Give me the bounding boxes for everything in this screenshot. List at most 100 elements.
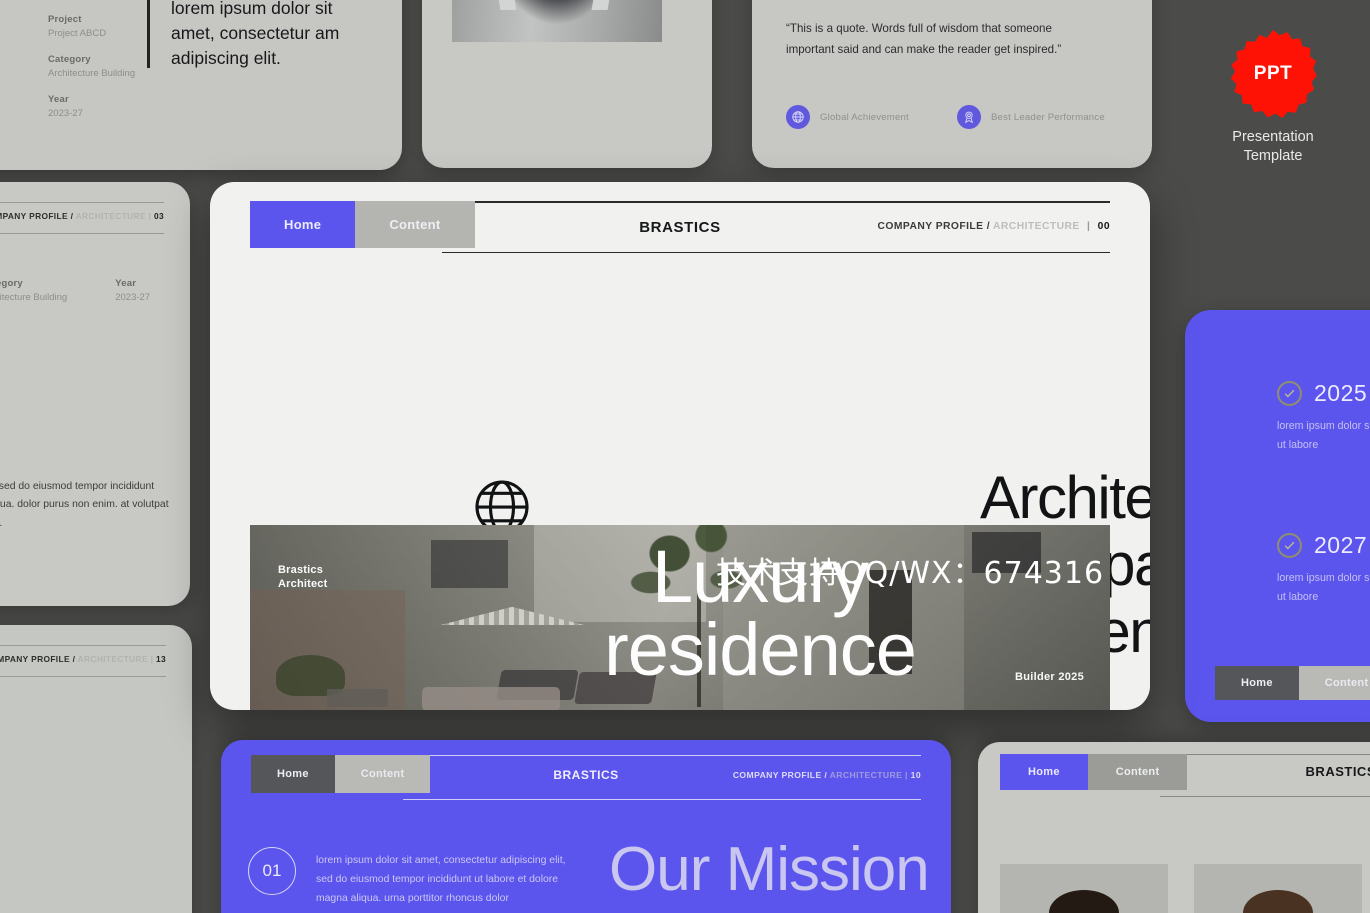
breadcrumb-separator: | (148, 211, 152, 221)
topbar-rule-top (442, 201, 1110, 203)
meta-label-year: Year (48, 93, 69, 105)
breadcrumb-13: COMPANY PROFILE / ARCHITECTURE | 13 (0, 654, 166, 664)
badge-global-achievement: Global Achievement (786, 105, 909, 129)
globe-icon (786, 105, 810, 129)
timeline-year: 2027 (1314, 532, 1368, 558)
slide-card-team[interactable]: Home Content BRASTICS (978, 742, 1370, 913)
team-photo-grid (1000, 864, 1370, 913)
timeline-head: 2025 (1277, 380, 1370, 407)
team-tabbar: Home Content (1000, 754, 1188, 790)
slide-03-columns: Project Project ABCD Category Architectu… (0, 278, 150, 305)
breadcrumb-primary: COMPANY PROFILE / (0, 211, 74, 221)
topbar-rule-bottom (0, 233, 164, 234)
badge-best-leader: Best Leader Performance (956, 105, 1105, 129)
quote-text: “This is a quote. Words full of wisdom t… (786, 22, 1062, 57)
col-value-year: 2023-27 (115, 292, 151, 303)
tab-content[interactable]: Content (1298, 666, 1370, 700)
hero-headline-line2: residence (604, 607, 917, 691)
badge-label-global: Global Achievement (820, 111, 909, 123)
team-avatar (1000, 864, 1168, 913)
hero-brand-line2: Architect (278, 578, 328, 591)
step-number-badge: 01 (248, 847, 296, 895)
main-slide-card[interactable]: Home Content BRASTICS COMPANY PROFILE / … (210, 182, 1150, 710)
slide-card-timeline[interactable]: 2025 lorem ipsum dolor s adipiscing elit… (1185, 310, 1370, 722)
meta-label-project: Project (48, 14, 82, 25)
hero-brand-tag: Brastics Architect (278, 563, 327, 591)
main-topbar: Home Content BRASTICS COMPANY PROFILE / … (250, 198, 1110, 254)
col-label-category: Category (0, 278, 23, 289)
topbar-rule-top (0, 645, 166, 646)
timeline-item-2025: 2025 lorem ipsum dolor s adipiscing elit… (1277, 380, 1370, 455)
meta-value-category: Architecture Building (48, 67, 136, 79)
mission-paragraph: lorem ipsum dolor sit amet, consectetur … (316, 855, 566, 904)
slide-card-experience[interactable]: Project Project ABCD Category Architectu… (0, 0, 402, 170)
tab-home[interactable]: Home (1215, 666, 1299, 700)
page-number: 03 (153, 211, 164, 221)
slide-13-topbar: COMPANY PROFILE / ARCHITECTURE | 13 (0, 645, 166, 677)
breadcrumb-mission: COMPANY PROFILE / ARCHITECTURE | 10 (733, 770, 921, 780)
timeline-text: lorem ipsum dolor s adipiscing elit, sed… (1277, 572, 1370, 603)
breadcrumb-secondary: ARCHITECTURE (75, 211, 146, 221)
topbar-rule-top (403, 755, 921, 756)
breadcrumb-separator: | (905, 770, 908, 780)
timeline-text: lorem ipsum dolor s adipiscing elit, sed… (1277, 420, 1370, 451)
ppt-caption: Presentation Template (1228, 128, 1318, 165)
slide-03-topbar: COMPANY PROFILE / ARCHITECTURE | 03 (0, 202, 164, 234)
topbar-rule-top (1160, 754, 1370, 755)
slide-card-03[interactable]: COMPANY PROFILE / ARCHITECTURE | 03 Proj… (0, 182, 190, 606)
badge-label-leader: Best Leader Performance (990, 111, 1105, 123)
breadcrumb-primary: COMPANY PROFILE / (877, 221, 991, 232)
topbar-rule-bottom (442, 251, 1110, 253)
timeline-tabbar: Home Content (1215, 666, 1370, 700)
topbar-rule-top (0, 202, 164, 203)
breadcrumb-separator: | (1086, 221, 1091, 232)
screenshot-canvas: Project Project ABCD Category Architectu… (0, 0, 1370, 913)
slide-card-13[interactable]: COMPANY PROFILE / ARCHITECTURE | 13 vice… (0, 625, 192, 913)
vertical-divider (147, 0, 150, 68)
check-circle-icon (1277, 381, 1302, 406)
award-icon (956, 105, 981, 129)
col-value-category: Architecture Building (0, 292, 68, 303)
page-number: 00 (1097, 221, 1110, 232)
breadcrumb-separator: | (150, 654, 154, 664)
topbar-rule-bottom (0, 676, 166, 677)
suit-photo (452, 0, 662, 42)
timeline-year: 2025 (1314, 380, 1368, 406)
hero-builder-tag: Builder 2025 (1014, 671, 1084, 683)
col-label-year: Year (115, 278, 137, 289)
meta-label-category: Category (48, 53, 91, 65)
breadcrumb-secondary: ARCHITECTURE (993, 221, 1080, 232)
slide-card-portrait[interactable] (422, 0, 712, 168)
page-number: 10 (910, 770, 921, 780)
ppt-caption-line2: Template (1243, 147, 1303, 164)
timeline-head: 2027 (1277, 532, 1370, 559)
ppt-starburst-icon: PPT (1230, 30, 1317, 118)
slide-card-mission[interactable]: Home Content BRASTICS COMPANY PROFILE / … (221, 740, 951, 913)
timeline-item-2027: 2027 lorem ipsum dolor s adipiscing elit… (1277, 532, 1370, 607)
tab-content[interactable]: Content (1087, 754, 1188, 790)
topbar-rule-bottom (403, 799, 921, 800)
page-number: 13 (155, 654, 166, 664)
breadcrumb-primary: COMPANY PROFILE / (0, 654, 76, 664)
ppt-template-badge: PPT Presentation Template (1228, 30, 1318, 165)
meta-value-year: 2023-27 (48, 107, 83, 119)
project-meta-list: Project Project ABCD Category Architectu… (48, 14, 138, 120)
slide-card-quote[interactable]: “This is a quote. Words full of wisdom t… (752, 0, 1152, 168)
headline-line-1: Architecture (980, 464, 1150, 531)
tab-home[interactable]: Home (1000, 754, 1088, 790)
breadcrumb-primary: COMPANY PROFILE / (732, 770, 828, 780)
breadcrumb-03: COMPANY PROFILE / ARCHITECTURE | 03 (0, 211, 164, 221)
mission-topbar: Home Content BRASTICS COMPANY PROFILE / … (251, 752, 921, 802)
brand-title: BRASTICS (1305, 764, 1370, 779)
achievement-badges: Global Achievement Best Leader Performan… (786, 105, 1105, 129)
meta-value-project: Project ABCD (48, 28, 107, 39)
breadcrumb-secondary: ARCHITECTURE (77, 654, 148, 664)
team-avatar (1194, 864, 1362, 913)
topbar-rule-bottom (1160, 796, 1370, 797)
mission-title: Our Mission (609, 835, 930, 904)
hero-brand-line1: Brastics (278, 564, 324, 576)
breadcrumb-secondary: ARCHITECTURE (829, 770, 903, 780)
ppt-caption-line1: Presentation (1232, 129, 1314, 145)
experience-body: lorem ipsum dolor sit amet, consectetur … (171, 0, 340, 68)
slide-03-body: consectetur adipiscing elit, sed do eius… (0, 481, 169, 529)
